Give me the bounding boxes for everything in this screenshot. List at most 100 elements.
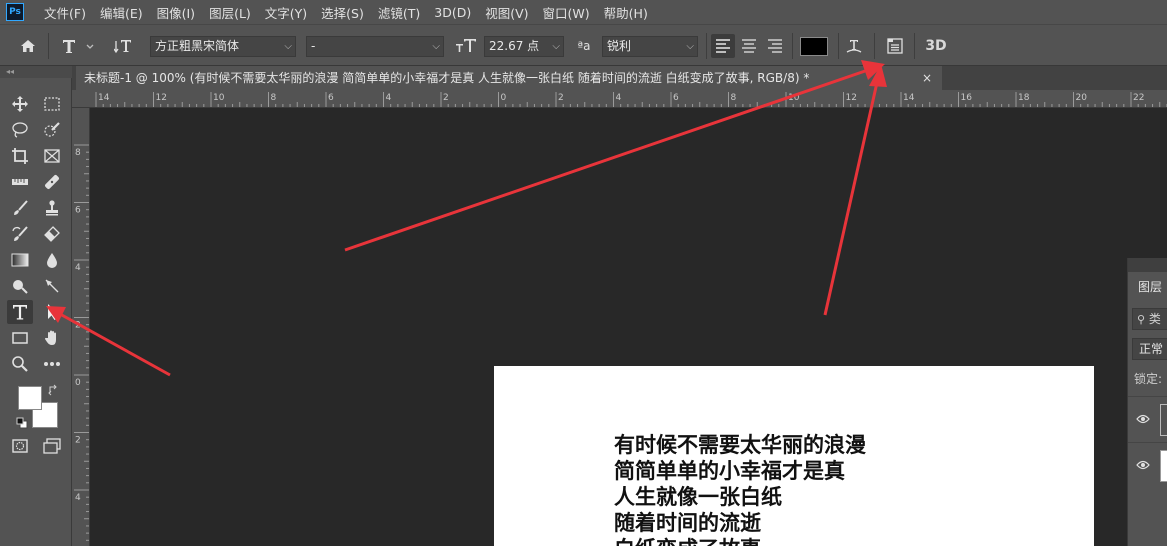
ruler-label: 4 bbox=[386, 93, 392, 103]
text-line[interactable]: 随着时间的流逝 bbox=[614, 510, 761, 536]
ruler-label: 8 bbox=[731, 93, 737, 103]
lock-label: 锁定: bbox=[1134, 372, 1163, 386]
text-line[interactable]: 有时候不需要太华丽的浪漫 bbox=[614, 432, 866, 458]
menu-type[interactable]: 文字(Y) bbox=[265, 3, 307, 22]
3d-button[interactable]: 3D bbox=[922, 34, 950, 58]
home-icon[interactable] bbox=[16, 34, 40, 58]
blur-tool-icon[interactable] bbox=[39, 248, 65, 272]
document-canvas[interactable]: 有时候不需要太华丽的浪漫 简简单单的小幸福才是真 人生就像一张白纸 随着时间的流… bbox=[494, 366, 1094, 546]
ruler-label: 6 bbox=[328, 93, 334, 103]
path-selection-tool-icon[interactable] bbox=[39, 300, 65, 324]
font-family-select[interactable]: 方正粗黑宋简体 ⌵ bbox=[150, 36, 296, 57]
menu-select[interactable]: 选择(S) bbox=[321, 3, 364, 22]
eye-icon[interactable] bbox=[1136, 413, 1150, 427]
horizontal-ruler[interactable]: 14 12 10 8 6 4 2 0 2 4 6 8 10 12 14 16 18 20 22 bbox=[72, 90, 1167, 108]
font-size-input[interactable]: 22.67 点 ⌵ bbox=[484, 36, 564, 57]
history-brush-tool-icon[interactable] bbox=[7, 222, 33, 246]
pen-tool-icon[interactable] bbox=[39, 274, 65, 298]
menu-window[interactable]: 窗口(W) bbox=[543, 3, 590, 22]
document-tab[interactable]: 未标题-1 @ 100% (有时候不需要太华丽的浪漫 简简单单的小幸福才是真 人… bbox=[76, 66, 942, 90]
ruler-label: 2 bbox=[558, 93, 564, 103]
ruler-label: 10 bbox=[788, 93, 800, 103]
menu-file[interactable]: 文件(F) bbox=[44, 3, 86, 22]
layer-row[interactable] bbox=[1128, 442, 1167, 488]
panel-collapse-grip[interactable]: ◂◂ bbox=[0, 66, 72, 78]
quick-mask-icon[interactable] bbox=[7, 434, 33, 458]
text-line[interactable]: 简简单单的小幸福才是真 bbox=[614, 458, 845, 484]
layer-filter-select[interactable]: ⚲ 类 bbox=[1132, 308, 1167, 330]
menu-layer[interactable]: 图层(L) bbox=[209, 3, 251, 22]
blend-mode-select[interactable]: 正常 bbox=[1132, 338, 1167, 360]
ruler-label: 10 bbox=[213, 93, 225, 103]
menu-bar: Ps 文件(F) 编辑(E) 图像(I) 图层(L) 文字(Y) 选择(S) 滤… bbox=[0, 0, 1167, 24]
type-tool-icon[interactable] bbox=[7, 300, 33, 324]
more-tools-icon[interactable] bbox=[39, 352, 65, 376]
default-colors-icon[interactable] bbox=[16, 417, 28, 429]
frame-tool-icon[interactable] bbox=[39, 144, 65, 168]
character-paragraph-panel-icon[interactable] bbox=[883, 34, 907, 58]
ruler-tool-icon[interactable] bbox=[7, 170, 33, 194]
eraser-tool-icon[interactable] bbox=[39, 222, 65, 246]
font-style-select[interactable]: - ⌵ bbox=[306, 36, 444, 57]
separator bbox=[838, 33, 839, 59]
screen-mode-icon[interactable] bbox=[39, 434, 65, 458]
dodge-tool-icon[interactable] bbox=[7, 274, 33, 298]
panel-tab-strip bbox=[1128, 258, 1167, 272]
crop-tool-icon[interactable] bbox=[7, 144, 33, 168]
tool-preset-picker[interactable] bbox=[58, 34, 98, 58]
options-bar: 方正粗黑宋简体 ⌵ - ⌵ 22.67 点 ⌵ ªa 锐利 ⌵ 3D bbox=[0, 24, 1167, 66]
rectangle-tool-icon[interactable] bbox=[7, 326, 33, 350]
quick-selection-tool-icon[interactable] bbox=[39, 118, 65, 142]
layer-row[interactable] bbox=[1128, 396, 1167, 442]
lasso-tool-icon[interactable] bbox=[7, 118, 33, 142]
ruler-label: 12 bbox=[156, 93, 167, 103]
menu-help[interactable]: 帮助(H) bbox=[604, 3, 648, 22]
text-line[interactable]: 白纸变成了故事 bbox=[614, 536, 761, 546]
ruler-label: 12 bbox=[846, 93, 857, 103]
font-family-value: 方正粗黑宋简体 bbox=[155, 39, 240, 53]
menu-filter[interactable]: 滤镜(T) bbox=[378, 3, 420, 22]
layers-panel-title[interactable]: 图层 bbox=[1138, 278, 1162, 295]
foreground-color-swatch[interactable] bbox=[18, 386, 42, 410]
gradient-tool-icon[interactable] bbox=[7, 248, 33, 272]
ruler-label: 14 bbox=[98, 93, 110, 103]
document-tab-title: 未标题-1 @ 100% (有时候不需要太华丽的浪漫 简简单单的小幸福才是真 人… bbox=[84, 71, 810, 85]
vertical-ruler[interactable]: 8 6 4 2 0 2 4 bbox=[72, 108, 90, 546]
ruler-label: 16 bbox=[961, 93, 973, 103]
separator bbox=[706, 33, 707, 59]
menu-image[interactable]: 图像(I) bbox=[157, 3, 195, 22]
layer-filter-label: 类 bbox=[1148, 312, 1161, 326]
search-icon: ⚲ bbox=[1137, 313, 1146, 326]
menu-3d[interactable]: 3D(D) bbox=[434, 5, 471, 20]
text-color-swatch[interactable] bbox=[800, 37, 828, 56]
font-size-value: 22.67 点 bbox=[489, 39, 540, 53]
marquee-tool-icon[interactable] bbox=[39, 92, 65, 116]
close-icon[interactable]: × bbox=[917, 66, 937, 90]
text-line[interactable]: 人生就像一张白纸 bbox=[614, 484, 782, 510]
swap-colors-icon[interactable] bbox=[48, 384, 60, 396]
ruler-label: 20 bbox=[1076, 93, 1088, 103]
ruler-label: 4 bbox=[75, 263, 81, 273]
zoom-tool-icon[interactable] bbox=[7, 352, 33, 376]
move-tool-icon[interactable] bbox=[7, 92, 33, 116]
eye-icon[interactable] bbox=[1136, 459, 1150, 473]
separator bbox=[792, 33, 793, 59]
clone-stamp-tool-icon[interactable] bbox=[39, 196, 65, 220]
background-layer-thumbnail bbox=[1160, 450, 1167, 482]
align-center-icon[interactable] bbox=[737, 34, 761, 58]
horizontal-ruler-ticks: 14 12 10 8 6 4 2 0 2 4 6 8 10 12 14 16 18 20 22 bbox=[95, 92, 1167, 107]
document-tab-bar: 未标题-1 @ 100% (有时候不需要太华丽的浪漫 简简单单的小幸福才是真 人… bbox=[72, 66, 1167, 90]
brush-tool-icon[interactable] bbox=[7, 196, 33, 220]
menu-view[interactable]: 视图(V) bbox=[485, 3, 528, 22]
healing-brush-tool-icon[interactable] bbox=[39, 170, 65, 194]
chevron-down-icon: ⌵ bbox=[686, 41, 694, 52]
warp-text-icon[interactable] bbox=[842, 34, 866, 58]
menu-edit[interactable]: 编辑(E) bbox=[100, 3, 143, 22]
toggle-text-orientation-icon[interactable] bbox=[112, 34, 136, 58]
ruler-label: 2 bbox=[75, 436, 81, 446]
ruler-label: 6 bbox=[75, 206, 81, 216]
align-left-icon[interactable] bbox=[711, 34, 735, 58]
align-right-icon[interactable] bbox=[763, 34, 787, 58]
antialias-select[interactable]: 锐利 ⌵ bbox=[602, 36, 698, 57]
hand-tool-icon[interactable] bbox=[39, 326, 65, 350]
